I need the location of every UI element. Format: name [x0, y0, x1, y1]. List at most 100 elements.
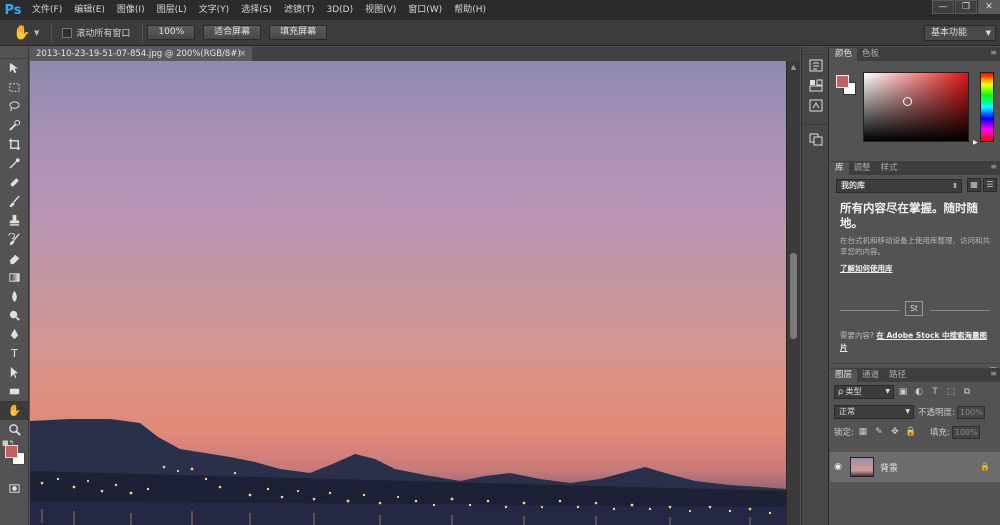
menu-select[interactable]: 选择(S)	[235, 0, 278, 20]
library-select[interactable]: 我的库 ⇕	[836, 179, 962, 193]
color-picker-ring[interactable]	[903, 97, 912, 106]
fit-screen-button[interactable]: 适合屏幕	[203, 25, 262, 40]
type-filter-icon[interactable]: T	[928, 387, 942, 397]
minimize-button[interactable]: —	[932, 0, 954, 14]
zoom-tool-icon[interactable]	[0, 420, 29, 439]
eyedropper-tool-icon[interactable]	[0, 154, 29, 173]
lock-transparent-icon[interactable]: ▦	[856, 427, 870, 437]
document-canvas[interactable]	[30, 61, 786, 525]
hue-slider[interactable]	[980, 72, 994, 142]
panel-menu-icon[interactable]: ≡	[990, 369, 997, 378]
tab-layers[interactable]: 图层	[830, 369, 858, 382]
learn-libraries-link[interactable]: 了解如何使用库	[840, 263, 893, 274]
layer-kind-filter[interactable]: ρ 类型 ▼	[834, 385, 894, 399]
library-select-value: 我的库	[841, 181, 865, 190]
menu-help[interactable]: 帮助(H)	[448, 0, 492, 20]
library-panel: 我的库 ⇕ ▦ ☰ 所有内容尽在掌握。随时随地。 在台式机和移动设备上使用库整理…	[830, 175, 1000, 393]
crop-tool-icon[interactable]	[0, 135, 29, 154]
document-tab-bar: 2013-10-23-19-51-07-854.jpg @ 200%(RGB/8…	[30, 47, 800, 61]
menu-view[interactable]: 视图(V)	[359, 0, 402, 20]
menu-window[interactable]: 窗口(W)	[402, 0, 448, 20]
document-tab[interactable]: 2013-10-23-19-51-07-854.jpg @ 200%(RGB/8…	[30, 47, 252, 61]
library-description: 在台式机和移动设备上使用库整理、访问和共享您的内容。	[840, 236, 990, 256]
zoom-100-button[interactable]: 100%	[147, 25, 196, 40]
menu-filter[interactable]: 滤镜(T)	[278, 0, 321, 20]
scrollbar-thumb[interactable]	[790, 253, 797, 339]
tab-color[interactable]: 颜色	[830, 48, 858, 61]
chevron-down-icon: ▼	[885, 388, 890, 395]
brush-tool-icon[interactable]	[0, 192, 29, 211]
panel-menu-icon[interactable]: ≡	[990, 48, 997, 57]
opacity-input[interactable]: 100%	[956, 405, 985, 419]
move-tool-icon[interactable]	[0, 59, 29, 78]
tab-swatches[interactable]: 色板	[857, 48, 884, 61]
tab-adjustments[interactable]: 调整	[849, 162, 876, 175]
path-selection-tool-icon[interactable]	[0, 363, 29, 382]
quick-selection-tool-icon[interactable]	[0, 116, 29, 135]
properties-panel-icon[interactable]	[802, 75, 830, 95]
type-tool-icon[interactable]: T	[0, 344, 29, 363]
hand-tool-icon[interactable]: ✋	[0, 401, 29, 420]
tab-paths[interactable]: 路径	[884, 369, 911, 382]
close-icon[interactable]: ×	[239, 47, 246, 61]
lock-position-icon[interactable]: ✥	[888, 427, 902, 437]
clone-stamp-tool-icon[interactable]	[0, 211, 29, 230]
tab-styles[interactable]: 样式	[876, 162, 903, 175]
grid-view-icon[interactable]: ▦	[967, 178, 981, 192]
menu-file[interactable]: 文件(F)	[26, 0, 68, 20]
lasso-tool-icon[interactable]	[0, 97, 29, 116]
document-title: 2013-10-23-19-51-07-854.jpg @ 200%(RGB/8…	[36, 49, 241, 59]
panel-grip[interactable]	[802, 47, 828, 55]
tab-channels[interactable]: 通道	[857, 369, 884, 382]
blur-tool-icon[interactable]	[0, 287, 29, 306]
menu-layer[interactable]: 图层(L)	[151, 0, 193, 20]
layer-row-background[interactable]: ◉ 背景 🔒	[830, 452, 1000, 482]
pen-tool-icon[interactable]	[0, 325, 29, 344]
adjustment-filter-icon[interactable]: ◐	[912, 387, 926, 397]
eraser-tool-icon[interactable]	[0, 249, 29, 268]
canvas-vertical-scrollbar[interactable]: ▲	[786, 61, 800, 525]
eye-icon[interactable]: ◉	[830, 462, 846, 472]
panel-menu-icon[interactable]: ≡	[990, 162, 997, 171]
hue-slider-marker-icon[interactable]: ▶	[973, 139, 978, 146]
smart-object-filter-icon[interactable]: ⧉	[960, 387, 974, 397]
restore-button[interactable]: ❐	[955, 0, 977, 14]
foreground-color-swatch[interactable]	[836, 75, 849, 88]
marquee-tool-icon[interactable]	[0, 78, 29, 97]
history-brush-tool-icon[interactable]	[0, 230, 29, 249]
fill-input[interactable]: 100%	[951, 425, 980, 439]
history-panel-icon[interactable]	[802, 55, 830, 75]
close-window-button[interactable]: ✕	[978, 0, 1000, 14]
library-heading: 所有内容尽在掌握。随时随地。	[840, 201, 978, 230]
blend-row: 正常 ▼ 不透明度: 100%	[830, 402, 1000, 422]
hand-tool-preset-icon[interactable]: ✋	[10, 25, 34, 41]
info-panel-icon[interactable]	[802, 95, 830, 115]
shape-filter-icon[interactable]: ⬚	[944, 387, 958, 397]
tab-libraries[interactable]: 库	[830, 162, 849, 175]
rectangle-tool-icon[interactable]	[0, 382, 29, 401]
pixel-filter-icon[interactable]: ▣	[896, 387, 910, 397]
chevron-down-icon[interactable]: ▼	[34, 29, 39, 37]
workspace-select[interactable]: 基本功能 ▼	[924, 25, 996, 41]
character-panel-icon[interactable]	[802, 129, 830, 149]
toolbar-grip[interactable]	[0, 47, 28, 59]
menu-type[interactable]: 文字(Y)	[193, 0, 236, 20]
blend-mode-select[interactable]: 正常 ▼	[834, 405, 914, 419]
healing-brush-tool-icon[interactable]	[0, 173, 29, 192]
list-view-icon[interactable]: ☰	[983, 178, 997, 192]
color-picker-field[interactable]	[863, 72, 969, 142]
dodge-tool-icon[interactable]	[0, 306, 29, 325]
scroll-all-windows-checkbox[interactable]	[62, 27, 73, 38]
menu-edit[interactable]: 编辑(E)	[68, 0, 111, 20]
fill-screen-button[interactable]: 填充屏幕	[269, 25, 328, 40]
menu-3d[interactable]: 3D(D)	[320, 0, 359, 20]
lock-all-icon[interactable]: 🔒	[904, 427, 918, 437]
lock-label: 锁定:	[834, 428, 854, 438]
lock-image-icon[interactable]: ✎	[872, 427, 886, 437]
quick-mask-icon[interactable]	[0, 479, 29, 498]
foreground-color-swatch[interactable]	[5, 445, 18, 458]
gradient-tool-icon[interactable]	[0, 268, 29, 287]
chevron-down-icon: ▼	[985, 29, 991, 37]
scroll-up-arrow-icon[interactable]: ▲	[787, 61, 800, 73]
menu-image[interactable]: 图像(I)	[111, 0, 151, 20]
